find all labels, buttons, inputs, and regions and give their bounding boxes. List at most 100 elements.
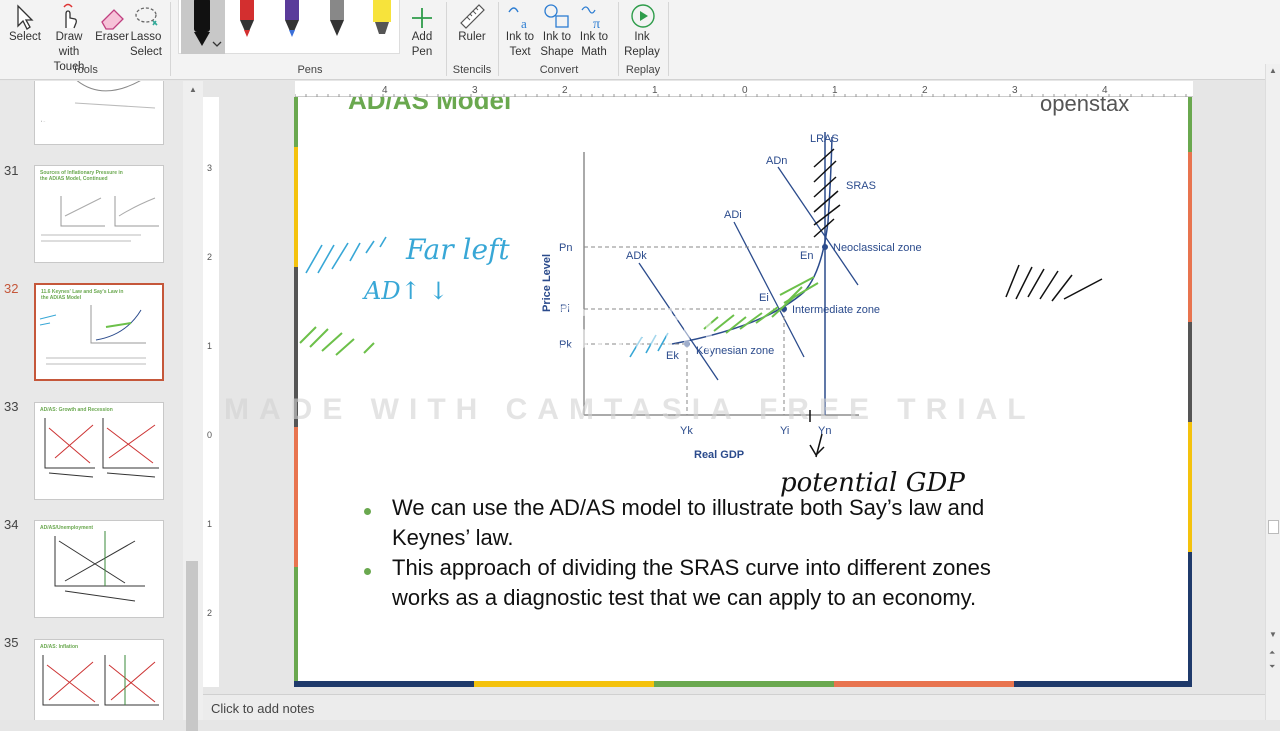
scroll-thumb[interactable] bbox=[1268, 520, 1279, 534]
horizontal-ruler: 432101234 bbox=[294, 81, 1193, 97]
previous-slide-icon[interactable]: ⏶ bbox=[1269, 648, 1275, 658]
bullet-2-line-2: works as a diagnostic test that we can a… bbox=[392, 585, 977, 610]
slide-thumbnail-32-selected[interactable]: 11.6 Keynes' Law and Say's Law in the AD… bbox=[34, 283, 164, 381]
ink-far-left-note: Far left bbox=[406, 233, 510, 266]
separator bbox=[170, 2, 171, 76]
sras-label: SRAS bbox=[846, 180, 876, 192]
ruler-tick-label: 3 bbox=[207, 163, 212, 173]
svg-text:• ...: • ... bbox=[41, 119, 46, 123]
adk-label: ADk bbox=[626, 250, 647, 262]
replay-group-label: Replay bbox=[625, 64, 661, 76]
bullet-1-line-1: We can use the AD/AS model to illustrate… bbox=[392, 495, 985, 520]
camtasia-trial-watermark: MADE WITH CAMTASIA FREE TRIAL bbox=[224, 393, 1036, 426]
pn-label: Pn bbox=[559, 242, 572, 254]
adi-label: ADi bbox=[724, 209, 742, 221]
slide-thumbnail-pane: • ... 31 Sources of Inflationary Pressur… bbox=[0, 81, 183, 720]
stencils-group-label: Stencils bbox=[452, 64, 492, 76]
intermediate-zone-label: Intermediate zone bbox=[792, 304, 880, 316]
ruler-tick-label: 2 bbox=[207, 608, 212, 618]
slide-thumbnail-33[interactable]: AD/AS: Growth and Recession bbox=[34, 402, 164, 500]
ruler-tick-label: 1 bbox=[652, 85, 658, 96]
ruler-tick-label: 1 bbox=[832, 85, 838, 96]
convert-group-label: Convert bbox=[539, 64, 579, 76]
thumbnail-scrollbar[interactable]: ▲ bbox=[183, 81, 203, 731]
slide-number: 31 bbox=[4, 163, 19, 178]
adn-label: ADn bbox=[766, 155, 787, 167]
ruler-tick-label: 0 bbox=[207, 430, 212, 440]
scroll-up-icon[interactable]: ▲ bbox=[189, 85, 197, 94]
lasso-select-button[interactable]: Lasso Select bbox=[128, 0, 164, 60]
separator bbox=[618, 2, 619, 76]
notes-pane[interactable]: Click to add notes bbox=[203, 694, 1265, 720]
ruler-tick-label: 1 bbox=[207, 341, 212, 351]
scroll-up-icon[interactable]: ▲ bbox=[1269, 66, 1277, 75]
slide-thumbnail-30[interactable]: • ... bbox=[34, 81, 164, 145]
scroll-thumb[interactable] bbox=[186, 561, 198, 731]
ei-label: Ei bbox=[759, 292, 769, 304]
en-label: En bbox=[800, 250, 813, 262]
slide-thumbnail-34[interactable]: AD/AS/Unemployment bbox=[34, 520, 164, 618]
ruler-tick-label: 4 bbox=[1102, 85, 1108, 96]
cursor-icon bbox=[8, 0, 42, 30]
slide-number: 32 bbox=[4, 281, 19, 296]
ink-to-math-button[interactable]: π Ink to Math bbox=[575, 0, 613, 60]
replay-icon bbox=[622, 0, 664, 30]
ruler-tick-label: 3 bbox=[1012, 85, 1018, 96]
ink-to-shape-button[interactable]: Ink to Shape bbox=[539, 0, 575, 60]
bullet-marker bbox=[364, 508, 371, 515]
ink-to-text-icon: a bbox=[503, 0, 539, 30]
touch-draw-icon bbox=[44, 0, 94, 30]
slide-number: 34 bbox=[4, 517, 19, 532]
svg-text:π: π bbox=[593, 17, 600, 30]
neoclassical-zone-label: Neoclassical zone bbox=[833, 242, 922, 254]
slide-thumbnail-35[interactable]: AD/AS: Inflation bbox=[34, 639, 164, 720]
canvas-vertical-scrollbar[interactable]: ▲ ▼ ⏶ ⏷ bbox=[1265, 64, 1280, 720]
ruler-tick-label: 0 bbox=[742, 85, 748, 96]
select-tool-button[interactable]: Select bbox=[8, 0, 42, 45]
bullet-1-line-2: Keynes’ law. bbox=[392, 525, 514, 550]
bullet-2-line-1: This approach of dividing the SRAS curve… bbox=[392, 555, 991, 580]
ruler-icon bbox=[454, 0, 490, 30]
pen-gray[interactable] bbox=[325, 0, 349, 40]
slide-number: 35 bbox=[4, 635, 19, 650]
ribbon: Select Draw with Touch Eraser Lasso Sele… bbox=[0, 0, 1280, 80]
pen-black-selected[interactable] bbox=[181, 0, 225, 54]
tools-group-label: Tools bbox=[72, 64, 98, 76]
slide-number: 33 bbox=[4, 399, 19, 414]
highlighter-yellow[interactable] bbox=[369, 0, 395, 40]
point-en bbox=[822, 244, 828, 250]
slide-thumbnail-31[interactable]: Sources of Inflationary Pressure in the … bbox=[34, 165, 164, 263]
notes-placeholder: Click to add notes bbox=[211, 701, 315, 716]
eraser-button[interactable]: Eraser bbox=[94, 0, 130, 45]
next-slide-icon[interactable]: ⏷ bbox=[1269, 662, 1275, 672]
plus-icon bbox=[404, 0, 440, 30]
lras-label: LRAS bbox=[810, 133, 839, 145]
separator bbox=[498, 2, 499, 76]
scroll-down-icon[interactable]: ▼ bbox=[1269, 630, 1277, 639]
adi-curve bbox=[733, 221, 805, 358]
add-pen-button[interactable]: Add Pen bbox=[404, 0, 440, 60]
lasso-icon bbox=[128, 0, 164, 30]
ink-to-text-button[interactable]: a Ink to Text bbox=[503, 0, 539, 60]
vertical-ruler: 3210123 bbox=[203, 97, 219, 707]
slide[interactable]: AD/AS Model openstax LRAS SRAS ADn ADi A… bbox=[294, 97, 1192, 687]
ink-to-math-icon: π bbox=[575, 0, 613, 30]
svg-text:a: a bbox=[521, 16, 527, 30]
pens-gallery bbox=[178, 0, 400, 54]
pen-galaxy[interactable] bbox=[280, 0, 304, 40]
x-axis-label: Real GDP bbox=[694, 449, 744, 461]
separator bbox=[446, 2, 447, 76]
separator bbox=[668, 2, 669, 76]
ruler-tick-label: 2 bbox=[562, 85, 568, 96]
ruler-tick-label: 1 bbox=[207, 519, 212, 529]
ink-to-shape-icon bbox=[539, 0, 575, 30]
ruler-tick-label: 2 bbox=[922, 85, 928, 96]
ruler-tick-label: 3 bbox=[472, 85, 478, 96]
bullet-marker bbox=[364, 568, 371, 575]
ruler-tick-label: 2 bbox=[207, 252, 212, 262]
eraser-icon bbox=[94, 0, 130, 30]
pen-red[interactable] bbox=[235, 0, 259, 40]
ink-replay-button[interactable]: Ink Replay bbox=[622, 0, 664, 60]
pens-group-label: Pens bbox=[297, 64, 323, 76]
ruler-button[interactable]: Ruler bbox=[454, 0, 490, 45]
